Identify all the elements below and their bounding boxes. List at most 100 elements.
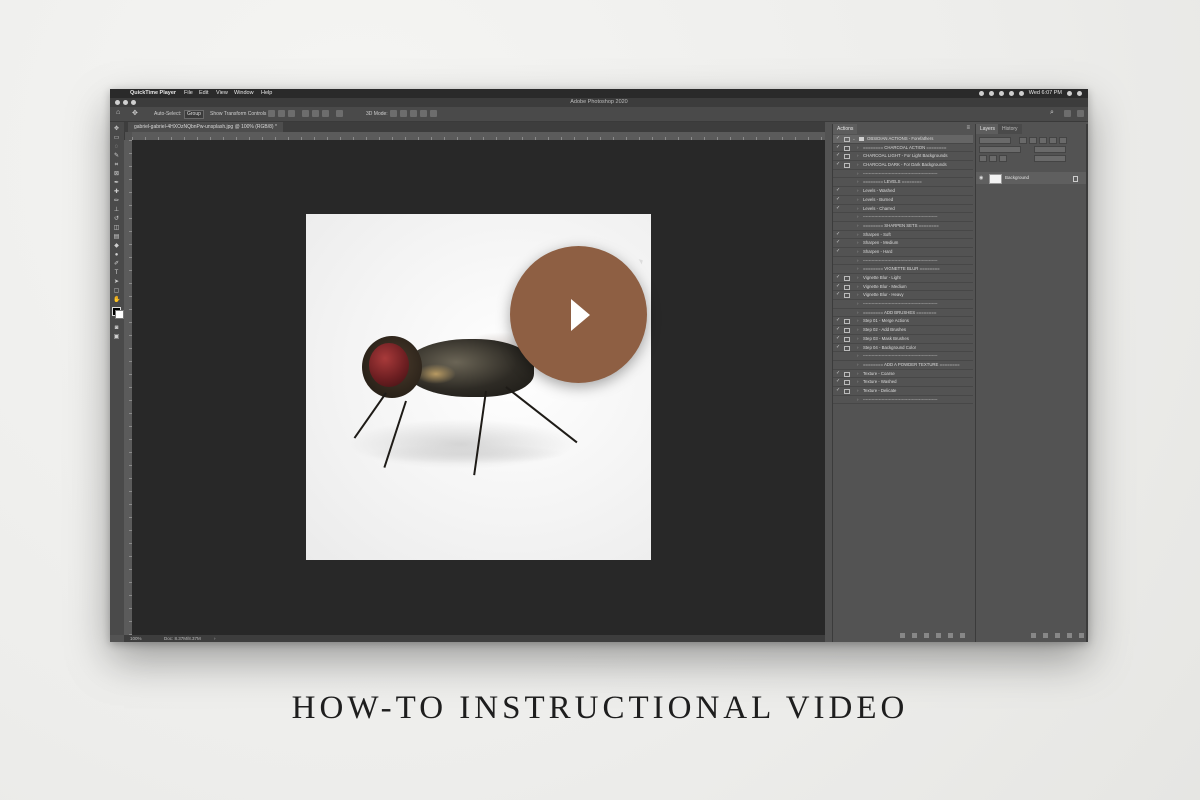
dialog-toggle-icon[interactable]	[844, 380, 850, 386]
zoom-level[interactable]: 100%	[130, 635, 142, 642]
check-icon[interactable]: ✓	[836, 152, 840, 159]
dialog-toggle-icon[interactable]	[844, 319, 850, 325]
dialog-toggle-icon[interactable]	[844, 371, 850, 377]
quick-mask-icon[interactable]: ◙	[113, 325, 120, 331]
expand-chevron-icon[interactable]: ›	[857, 187, 859, 194]
action-row[interactable]: ✓ › Vignette Blur - Heavy	[833, 291, 973, 301]
expand-chevron-icon[interactable]: ›	[857, 144, 859, 151]
stop-icon[interactable]	[900, 633, 905, 638]
play-selection-icon[interactable]	[924, 633, 929, 638]
dialog-toggle-icon[interactable]	[844, 345, 850, 351]
move-tool-icon[interactable]: ✥	[132, 109, 138, 117]
3d-roll-icon[interactable]	[400, 110, 407, 117]
expand-chevron-icon[interactable]: ›	[857, 231, 859, 238]
dialog-toggle-icon[interactable]	[844, 145, 850, 151]
status-arrow-icon[interactable]: ›	[214, 635, 216, 642]
expand-chevron-icon[interactable]: ›	[857, 335, 859, 342]
menu-edit[interactable]: Edit	[199, 89, 208, 98]
action-row[interactable]: › ---------------------------------------…	[833, 213, 973, 222]
filter-type-icon[interactable]	[1039, 137, 1047, 144]
action-row[interactable]: ✓ › Levels - Charred	[833, 205, 973, 214]
menu-clock[interactable]: Wed 6:07 PM	[1029, 89, 1062, 98]
creative-cloud-icon[interactable]	[988, 91, 994, 96]
expand-chevron-icon[interactable]: ›	[857, 396, 859, 403]
action-row[interactable]: ✓ › Sharpen - Hard	[833, 248, 973, 257]
control-center-icon[interactable]	[1077, 91, 1082, 96]
expand-chevron-icon[interactable]: ›	[857, 283, 859, 290]
action-row[interactable]: › ---------------------------------------…	[833, 352, 973, 361]
auto-select-dropdown[interactable]: Group	[184, 110, 204, 119]
align-top-icon[interactable]	[302, 110, 309, 117]
menu-view[interactable]: View	[216, 89, 228, 98]
eyedropper-tool-icon[interactable]: ✒	[113, 180, 120, 186]
group-icon[interactable]	[1079, 633, 1084, 638]
expand-chevron-icon[interactable]: ›	[857, 152, 859, 159]
zoom-button[interactable]	[131, 100, 136, 105]
3d-rotate-icon[interactable]	[390, 110, 397, 117]
dialog-toggle-icon[interactable]	[844, 336, 850, 342]
action-row[interactable]: › ---------------------------------------…	[833, 300, 973, 309]
check-icon[interactable]: ✓	[836, 335, 840, 342]
expand-chevron-icon[interactable]: ›	[857, 239, 859, 246]
action-row[interactable]: ✓ › Texture - Washed	[833, 378, 973, 387]
expand-chevron-icon[interactable]: ›	[857, 213, 859, 220]
action-row[interactable]: › ---------------------------------------…	[833, 170, 973, 179]
expand-chevron-icon[interactable]: ›	[857, 344, 859, 351]
action-row[interactable]: ✓ › CHARCOAL DARK - For Dark Backgrounds	[833, 161, 973, 170]
action-row[interactable]: › ======== SHARPEN SETS ========	[833, 222, 973, 231]
expand-chevron-icon[interactable]: ›	[857, 309, 859, 316]
tab-history[interactable]: History	[998, 124, 1022, 134]
action-set-row[interactable]: ✓ ⌄ OBSIDIAN ACTIONS - Forefathers	[833, 135, 973, 144]
healing-brush-tool-icon[interactable]: ✚	[113, 189, 120, 195]
check-icon[interactable]: ✓	[836, 135, 840, 142]
3d-scale-icon[interactable]	[430, 110, 437, 117]
visibility-eye-icon[interactable]: ◉	[979, 172, 983, 184]
expand-chevron-icon[interactable]: ›	[857, 291, 859, 298]
dialog-toggle-icon[interactable]	[844, 163, 850, 169]
move-tool-icon[interactable]: ✥	[113, 126, 120, 132]
check-icon[interactable]: ✓	[836, 187, 840, 194]
dialog-toggle-icon[interactable]	[844, 137, 850, 142]
share-icon[interactable]	[1077, 110, 1084, 117]
quick-select-tool-icon[interactable]: ✎	[113, 153, 120, 159]
eraser-tool-icon[interactable]: ◫	[113, 225, 120, 231]
dialog-toggle-icon[interactable]	[844, 154, 850, 160]
gradient-tool-icon[interactable]: ▤	[113, 234, 120, 240]
new-action-icon[interactable]	[948, 633, 953, 638]
lasso-tool-icon[interactable]: ◌	[113, 144, 120, 150]
search-icon[interactable]	[1067, 91, 1072, 96]
action-row[interactable]: ✓ › Sharpen - Soft	[833, 231, 973, 240]
battery-icon[interactable]	[1018, 91, 1024, 96]
layer-row[interactable]: ◉ Background	[976, 172, 1086, 184]
check-icon[interactable]: ✓	[836, 326, 840, 333]
filter-pixel-icon[interactable]	[1019, 137, 1027, 144]
play-button[interactable]	[510, 246, 647, 383]
crop-tool-icon[interactable]: ⌗	[113, 162, 120, 168]
action-row[interactable]: › ======== LEVELS ========	[833, 178, 973, 188]
shape-tool-icon[interactable]: ▢	[113, 288, 120, 294]
tab-actions[interactable]: Actions	[833, 124, 858, 134]
type-tool-icon[interactable]: T	[113, 270, 120, 276]
align-center-icon[interactable]	[278, 110, 285, 117]
action-row[interactable]: ✓ › Levels - Washed	[833, 187, 973, 196]
path-select-tool-icon[interactable]: ➤	[113, 279, 120, 285]
workspace-icon[interactable]	[1064, 110, 1071, 117]
action-row[interactable]: ✓ › Texture - Coarse	[833, 370, 973, 379]
filter-kind-dropdown[interactable]	[979, 137, 1011, 144]
expand-chevron-icon[interactable]: ›	[857, 170, 859, 177]
filter-smart-icon[interactable]	[1059, 137, 1067, 144]
expand-chevron-icon[interactable]: ›	[857, 205, 859, 212]
dialog-toggle-icon[interactable]	[844, 276, 850, 281]
fill-field[interactable]	[1034, 155, 1066, 162]
time-machine-icon[interactable]	[998, 91, 1004, 96]
check-icon[interactable]: ✓	[836, 274, 840, 281]
action-row[interactable]: ✓ › Texture - Delicate	[833, 387, 973, 396]
link-layers-icon[interactable]	[1031, 633, 1036, 638]
lock-all-icon[interactable]	[999, 155, 1007, 162]
home-icon[interactable]: ⌂	[116, 109, 120, 116]
panel-menu-icon[interactable]: ≡	[966, 125, 970, 131]
expand-chevron-icon[interactable]: ›	[857, 317, 859, 324]
doc-info[interactable]: Doc: 8.37M/8.37M	[164, 635, 201, 642]
adjustment-layer-icon[interactable]	[1067, 633, 1072, 638]
menu-app-name[interactable]: QuickTime Player	[130, 89, 176, 98]
